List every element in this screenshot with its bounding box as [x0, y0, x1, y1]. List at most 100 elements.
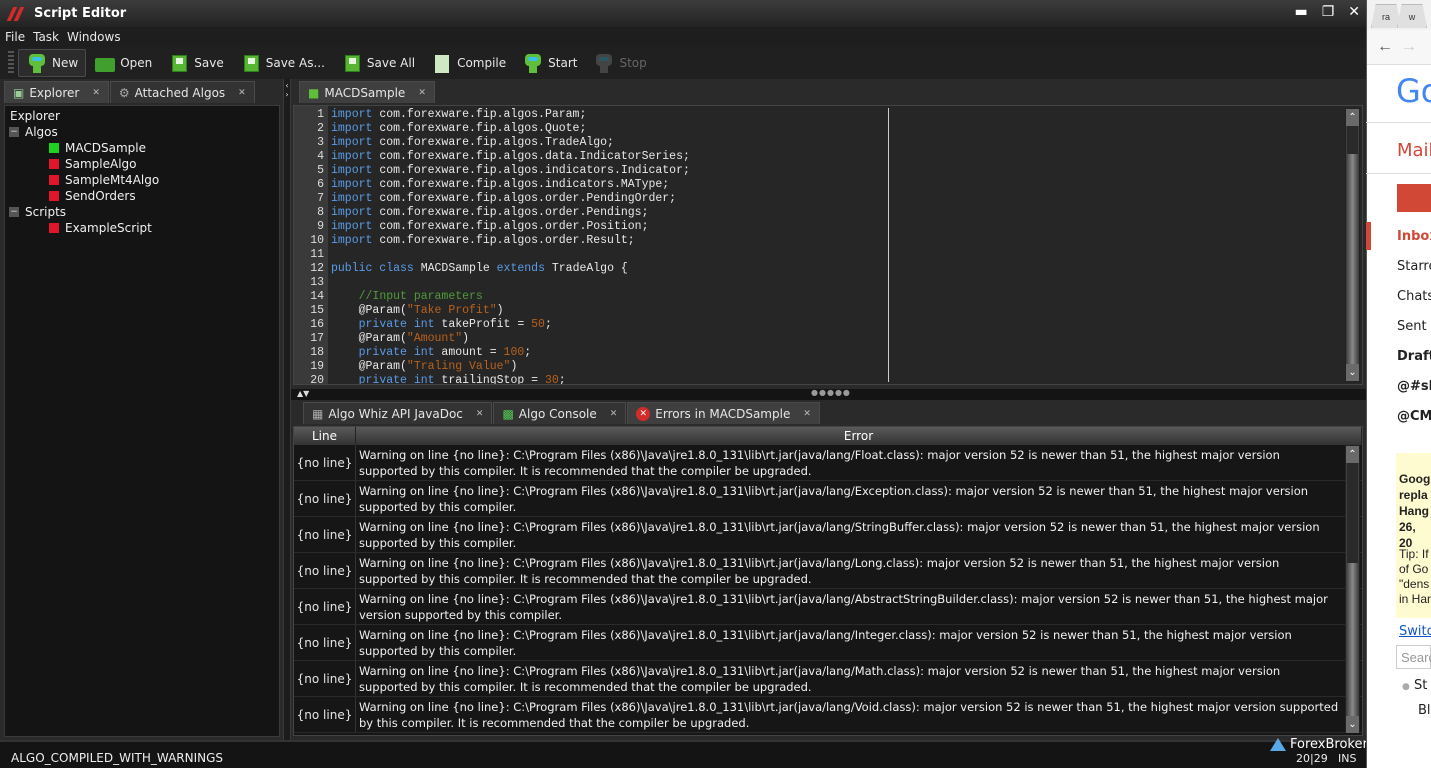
restore-icon[interactable]: ❐	[1322, 4, 1335, 20]
vertical-splitter[interactable]: ‹ ›	[283, 79, 291, 740]
open-button[interactable]: Open	[86, 49, 160, 77]
close-tab-icon[interactable]: ✕	[238, 88, 246, 98]
nav-item[interactable]: @CM	[1397, 409, 1431, 424]
close-tab-icon[interactable]: ✕	[418, 88, 426, 98]
save-button[interactable]: Save	[160, 49, 231, 77]
menu-windows[interactable]: Windows	[67, 30, 121, 44]
tab-macdsample[interactable]: ■ MACDSample ✕	[299, 81, 435, 103]
errors-scrollbar[interactable]: ⌃ ⌄	[1345, 445, 1360, 733]
table-row[interactable]: {no line} Warning on line {no line}: C:\P…	[294, 661, 1362, 697]
tree-item[interactable]: ExampleScript	[5, 220, 279, 236]
code-token: )	[510, 360, 518, 373]
nav-item[interactable]: @#sla	[1397, 379, 1431, 394]
tree-item[interactable]: SampleAlgo	[5, 156, 279, 172]
tree-item[interactable]: SampleMt4Algo	[5, 172, 279, 188]
mail-label[interactable]: Mail	[1397, 140, 1431, 161]
menu-task[interactable]: Task	[33, 30, 59, 44]
contact-item[interactable]: Bl	[1418, 703, 1431, 718]
open-folder-icon	[94, 52, 116, 74]
code-editor[interactable]: 1 import com.forexware.fip.algos.Param; 2 i…	[293, 105, 1363, 385]
menu-file[interactable]: File	[5, 30, 25, 44]
switch-link[interactable]: Switc	[1399, 624, 1431, 639]
tab-algo-console[interactable]: ▩ Algo Console ✕	[493, 402, 627, 424]
close-tab-icon[interactable]: ✕	[803, 409, 811, 419]
table-row[interactable]: {no line} Warning on line {no line}: C:\P…	[294, 697, 1362, 733]
collapse-icon[interactable]: −	[9, 127, 19, 137]
code-scrollbar[interactable]: ⌃ ⌄	[1345, 108, 1360, 382]
print-margin	[888, 108, 889, 382]
save-all-button[interactable]: Save All	[333, 49, 423, 77]
menu-bar: File Task Windows	[0, 27, 1366, 47]
nav-item[interactable]: Sent N	[1397, 319, 1431, 334]
close-tab-icon[interactable]: ✕	[92, 88, 100, 98]
scroll-thumb[interactable]	[1347, 126, 1358, 154]
error-cell: Warning on line {no line}: C:\Program Fi…	[359, 484, 1309, 514]
code-token: com.forexware.fip.algos.order.PendingOrd…	[372, 192, 677, 205]
table-row[interactable]: {no line} Warning on line {no line}: C:\P…	[294, 553, 1362, 589]
tab-javadoc[interactable]: ▦ Algo Whiz API JavaDoc ✕	[303, 402, 493, 424]
nav-item[interactable]: Drafts	[1397, 349, 1431, 364]
error-cell: Warning on line {no line}: C:\Program Fi…	[359, 700, 1339, 730]
code-line: 3 import com.forexware.fip.algos.TradeAlg…	[294, 136, 1334, 150]
code-token: com.forexware.fip.algos.order.Position;	[372, 220, 649, 233]
compile-button[interactable]: Compile	[423, 49, 514, 77]
tab-errors[interactable]: ✕ Errors in MACDSample ✕	[627, 402, 820, 424]
nav-item[interactable]: Chats	[1397, 289, 1431, 304]
minimize-icon[interactable]: ▬	[1294, 4, 1307, 20]
code-line: 12 public class MACDSample extends TradeA…	[294, 262, 1334, 276]
table-row[interactable]: {no line} Warning on line {no line}: C:\P…	[294, 481, 1362, 517]
scroll-thumb[interactable]	[1347, 463, 1358, 563]
splitter-grip[interactable]: ●●●●●	[811, 388, 851, 397]
contact-item[interactable]: ● St	[1402, 678, 1427, 693]
save-as-button[interactable]: Save As...	[232, 49, 333, 77]
script-editor-window: Script Editor ▬ ❐ ✕ File Task Windows Ne…	[0, 0, 1407, 768]
tree-item[interactable]: SendOrders	[5, 188, 279, 204]
start-button[interactable]: Start	[514, 49, 585, 77]
collapse-arrows-icon[interactable]: ‹ ›	[284, 81, 290, 99]
table-row[interactable]: {no line} Warning on line {no line}: C:\P…	[294, 589, 1362, 625]
stop-button[interactable]: Stop	[585, 49, 654, 77]
code-token: //Input parameters	[358, 290, 483, 303]
close-icon[interactable]: ✕	[1348, 4, 1360, 20]
tree-item[interactable]: MACDSample	[5, 140, 279, 156]
close-tab-icon[interactable]: ✕	[610, 409, 618, 419]
tree-group-scripts[interactable]: − Scripts	[5, 204, 279, 220]
hangouts-notice: Goog repla Hang 26, 20 Tip: If of Go "de…	[1396, 453, 1431, 618]
code-token: com.forexware.fip.algos.order.Result;	[372, 234, 635, 247]
hangouts-search-input[interactable]: Searc	[1396, 645, 1431, 669]
code-token: import	[331, 220, 373, 233]
table-row[interactable]: {no line} Warning on line {no line}: C:\P…	[294, 445, 1362, 481]
tab-attached-algos[interactable]: ⚙ Attached Algos ✕	[109, 81, 255, 103]
browser-tab[interactable]: ra	[1371, 4, 1401, 28]
back-arrow-icon[interactable]: ←	[1377, 38, 1393, 56]
editor-panel: ■ MACDSample ✕ 1 import com.forexware.fip.a…	[291, 79, 1366, 389]
collapse-icon[interactable]: −	[9, 207, 19, 217]
code-line: 4 import com.forexware.fip.algos.data.Ind…	[294, 150, 1334, 164]
close-tab-icon[interactable]: ✕	[476, 409, 484, 419]
code-token: import	[331, 178, 373, 191]
column-header-error[interactable]: Error	[356, 427, 1362, 445]
scroll-down-icon[interactable]: ⌄	[1346, 716, 1359, 733]
table-row[interactable]: {no line} Warning on line {no line}: C:\P…	[294, 517, 1362, 553]
tab-explorer[interactable]: ▣ Explorer ✕	[4, 81, 109, 103]
splitter-arrows-icon[interactable]: ▲▼	[297, 389, 309, 398]
scroll-down-icon[interactable]: ⌄	[1346, 364, 1359, 381]
code-token: com.forexware.fip.algos.Quote;	[372, 122, 587, 135]
horizontal-splitter[interactable]: ▲▼ ●●●●●	[291, 388, 1366, 400]
tree-group-algos[interactable]: − Algos	[5, 124, 279, 140]
status-dot-icon: ●	[1402, 682, 1410, 692]
code-line: 6 import com.forexware.fip.algos.indicato…	[294, 178, 1334, 192]
table-row[interactable]: {no line} Warning on line {no line}: C:\P…	[294, 625, 1362, 661]
nav-inbox[interactable]: Inbox	[1397, 229, 1431, 244]
forward-arrow-icon[interactable]: →	[1401, 38, 1417, 56]
browser-tab[interactable]: w	[1397, 4, 1427, 28]
toolbar-grip[interactable]	[8, 51, 14, 75]
compose-button[interactable]	[1397, 184, 1431, 212]
nav-item[interactable]: Starre	[1397, 259, 1431, 274]
column-header-line[interactable]: Line	[294, 427, 356, 445]
code-token: @Param(	[331, 304, 407, 317]
scroll-up-icon[interactable]: ⌃	[1346, 109, 1359, 126]
code-token: 50	[531, 318, 545, 331]
new-button[interactable]: New	[18, 49, 87, 77]
scroll-up-icon[interactable]: ⌃	[1346, 446, 1359, 463]
